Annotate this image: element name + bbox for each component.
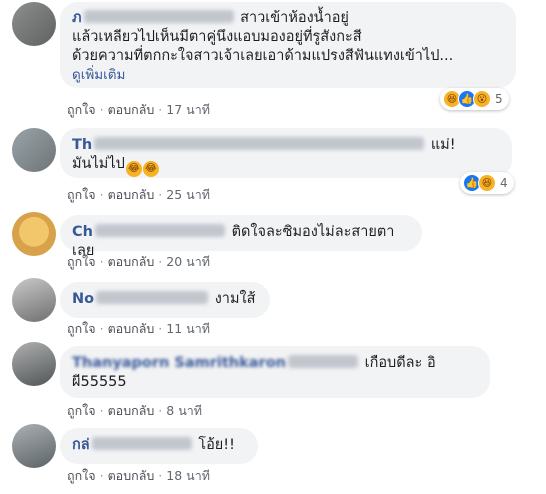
separator: ·	[158, 254, 163, 269]
timestamp[interactable]: 20 นาที	[166, 254, 210, 269]
author-name[interactable]: กล่	[72, 437, 90, 453]
timestamp[interactable]: 17 นาที	[166, 102, 210, 117]
timestamp[interactable]: 8 นาที	[166, 403, 202, 418]
author-name[interactable]: Th	[72, 137, 92, 153]
comment-text-line: โอ้ย!!	[198, 437, 235, 453]
reply-link[interactable]: ตอบกลับ	[108, 187, 155, 202]
comment-bubble: ภ สาวเข้าห้องน้ำอยู่ แล้วเหลียวไปเห็นมีต…	[60, 2, 516, 88]
comment-actions: ถูกใจ · ตอบกลับ · 17 นาที	[67, 100, 210, 120]
timestamp[interactable]: 25 นาที	[166, 187, 210, 202]
comment-text-line: มันไม่ไป	[72, 156, 125, 172]
author-name[interactable]: Thanyaporn Samrithkaron	[72, 355, 286, 371]
reply-link[interactable]: ตอบกลับ	[108, 403, 155, 418]
comment-actions: ถูกใจ · ตอบกลับ · 8 นาที	[67, 401, 202, 421]
comment-bubble: No งามใส้	[60, 282, 270, 318]
timestamp[interactable]: 18 นาที	[166, 468, 210, 483]
comment-text-line: ผี55555	[72, 374, 127, 390]
separator: ·	[99, 321, 104, 336]
avatar[interactable]	[12, 278, 56, 322]
separator: ·	[158, 468, 163, 483]
comment-bubble: Thanyaporn Samrithkaron เกือบดีละ อิ ผี5…	[60, 346, 490, 398]
like-link[interactable]: ถูกใจ	[67, 468, 96, 483]
comment-text-line: สาวเข้าห้องน้ำอยู่	[240, 10, 349, 26]
timestamp[interactable]: 11 นาที	[166, 321, 210, 336]
redacted-name	[94, 224, 225, 237]
separator: ·	[158, 187, 163, 202]
comment-bubble: Ch ติดใจละซิมองไม่ละสายตาเลย	[60, 215, 422, 259]
author-name[interactable]: ภ	[72, 10, 82, 26]
separator: ·	[158, 321, 163, 336]
like-link[interactable]: ถูกใจ	[67, 403, 96, 418]
comment-actions: ถูกใจ · ตอบกลับ · 18 นาที	[67, 466, 210, 486]
redacted-name	[94, 137, 425, 150]
see-more-link[interactable]: ดูเพิ่มเติม	[72, 67, 125, 83]
like-link[interactable]: ถูกใจ	[67, 254, 96, 269]
reaction-count: 4	[500, 176, 508, 190]
avatar[interactable]	[12, 212, 56, 256]
separator: ·	[158, 102, 163, 117]
like-link[interactable]: ถูกใจ	[67, 102, 96, 117]
wow-icon: 😮	[473, 90, 491, 108]
redacted-name	[96, 291, 209, 304]
reaction-summary[interactable]: 😆 👍 😮 5	[440, 88, 509, 110]
comment-actions: ถูกใจ · ตอบกลับ · 11 นาที	[67, 319, 210, 339]
redacted-name	[288, 355, 358, 368]
author-name[interactable]: Ch	[72, 224, 93, 240]
comment-text-line: งามใส้	[214, 291, 256, 307]
separator: ·	[99, 187, 104, 202]
reply-link[interactable]: ตอบกลับ	[108, 321, 155, 336]
avatar[interactable]	[12, 128, 56, 172]
separator: ·	[99, 403, 104, 418]
reaction-summary[interactable]: 👍 😆 4	[460, 172, 514, 194]
comment-text-line: ด้วยความที่ตกกะใจสาวเจ้าเลยเอาด้ามแปรงสี…	[72, 48, 454, 64]
like-link[interactable]: ถูกใจ	[67, 321, 96, 336]
separator: ·	[99, 254, 104, 269]
avatar[interactable]	[12, 2, 56, 46]
comment-text-line: แม่!	[430, 137, 456, 153]
comment-text-line: แล้วเหลียวไปเห็นมีตาคู่นึงแอบมองอยู่ที่ร…	[72, 29, 362, 45]
separator: ·	[99, 468, 104, 483]
redacted-name	[83, 10, 234, 23]
avatar[interactable]	[12, 342, 56, 386]
comment-bubble: Th แม่! มันไม่ไป 😂 😂	[60, 128, 512, 178]
separator: ·	[99, 102, 104, 117]
laughing-emoji-icon: 😂	[142, 161, 159, 177]
comment-actions: ถูกใจ · ตอบกลับ · 25 นาที	[67, 185, 210, 205]
comment-actions: ถูกใจ · ตอบกลับ · 20 นาที	[67, 252, 210, 272]
laughing-emoji-icon: 😂	[125, 161, 142, 177]
comment-text-line: เกือบดีละ อิ	[364, 355, 436, 371]
reply-link[interactable]: ตอบกลับ	[108, 102, 155, 117]
redacted-name	[91, 437, 192, 450]
reply-link[interactable]: ตอบกลับ	[108, 254, 155, 269]
haha-icon: 😆	[478, 174, 496, 192]
avatar[interactable]	[12, 424, 56, 468]
comment-bubble: กล่ โอ้ย!!	[60, 428, 258, 464]
author-name[interactable]: No	[72, 291, 94, 307]
like-link[interactable]: ถูกใจ	[67, 187, 96, 202]
reaction-count: 5	[495, 92, 503, 106]
reply-link[interactable]: ตอบกลับ	[108, 468, 155, 483]
separator: ·	[158, 403, 163, 418]
